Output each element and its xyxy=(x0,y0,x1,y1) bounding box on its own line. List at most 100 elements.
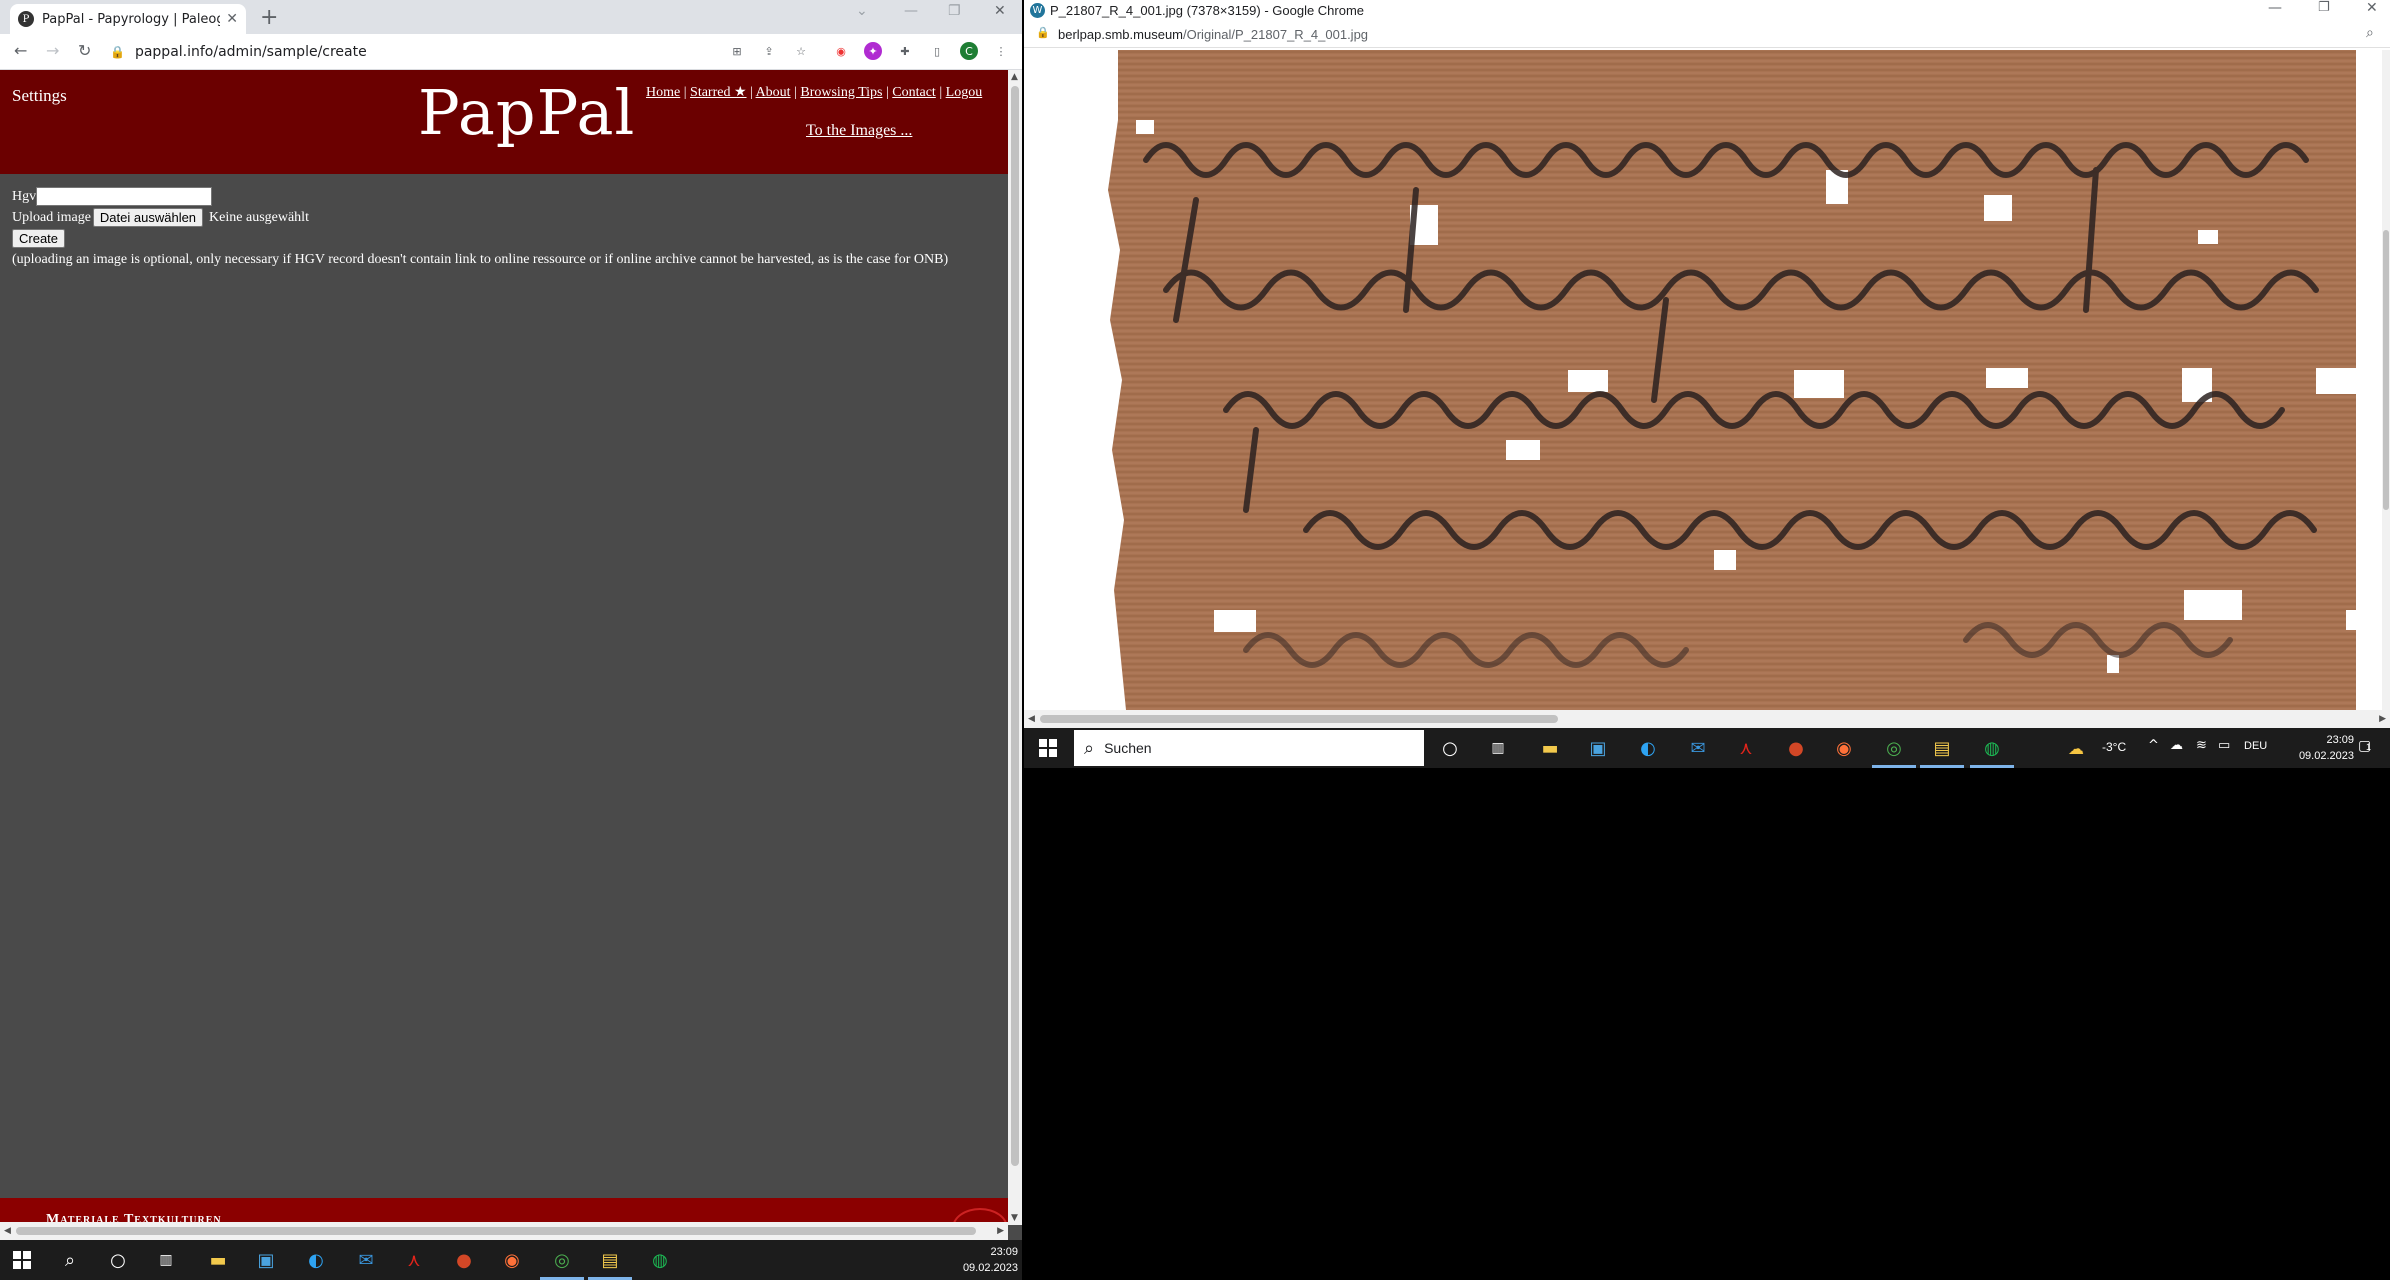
menu-kebab-icon[interactable]: ⋮ xyxy=(992,42,1010,60)
hgv-input[interactable] xyxy=(36,187,213,206)
restore-icon[interactable]: ❐ xyxy=(2318,0,2330,15)
network-icon[interactable]: ≋ xyxy=(2196,738,2207,753)
scroll-up-icon[interactable]: ▲ xyxy=(1011,72,1018,82)
vertical-scrollbar[interactable]: ▲ ▼ xyxy=(1008,70,1022,1225)
tray-chevron-icon[interactable]: ^ xyxy=(2148,738,2159,753)
task-view-icon[interactable]: ▥ xyxy=(154,1248,178,1272)
search-icon[interactable]: ⌕ xyxy=(58,1248,82,1272)
reload-icon[interactable]: ↻ xyxy=(78,41,91,60)
share-icon[interactable]: ⇪ xyxy=(760,42,778,60)
nav-starred[interactable]: Starred ★ xyxy=(690,85,746,100)
nav-browsing-tips[interactable]: Browsing Tips xyxy=(800,85,882,100)
acrobat-icon[interactable]: ⋏ xyxy=(402,1248,426,1272)
sticky-app-icon[interactable]: ▤ xyxy=(1930,736,1954,760)
open-app-indicator xyxy=(1970,765,2014,768)
extensions-puzzle-icon[interactable]: ✚ xyxy=(896,42,914,60)
file-explorer-icon[interactable]: ▬ xyxy=(1538,736,1562,760)
nav-contact[interactable]: Contact xyxy=(892,85,936,100)
mail-icon[interactable]: ✉ xyxy=(354,1248,378,1272)
nav-about[interactable]: About xyxy=(756,85,791,100)
choose-file-button[interactable]: Datei auswählen xyxy=(92,208,204,227)
title-bar: W P_21807_R_4_001.jpg (7378×3159) - Goog… xyxy=(1024,0,2390,22)
weather-icon[interactable]: ☁ xyxy=(2064,736,2088,760)
mail-icon[interactable]: ✉ xyxy=(1686,736,1710,760)
scrollbar-thumb[interactable] xyxy=(2383,230,2389,510)
search-placeholder: Suchen xyxy=(1104,740,1152,756)
input-language[interactable]: DEU xyxy=(2244,740,2267,752)
chrome-icon[interactable]: ◎ xyxy=(550,1248,574,1272)
image-viewer xyxy=(1024,50,2390,710)
acrobat-icon[interactable]: ⋏ xyxy=(1734,736,1758,760)
close-window-icon[interactable]: ✕ xyxy=(2366,0,2378,16)
chrome-icon[interactable]: ◎ xyxy=(1882,736,1906,760)
cortana-icon[interactable]: ○ xyxy=(1438,736,1462,760)
windows-start-icon[interactable] xyxy=(1036,736,1060,760)
zoom-icon[interactable]: ⌕ xyxy=(2366,25,2374,41)
scroll-left-icon[interactable]: ◀ xyxy=(1028,714,1035,724)
extension-red-icon[interactable]: ◉ xyxy=(832,42,850,60)
scroll-down-icon[interactable]: ▼ xyxy=(1011,1213,1018,1223)
tab-strip: P PapPal - Papyrology | Paleograph ✕ + ⌄… xyxy=(0,0,1022,34)
edge-icon[interactable]: ◐ xyxy=(304,1248,328,1272)
task-view-icon[interactable]: ▥ xyxy=(1486,736,1510,760)
to-images-link[interactable]: To the Images ... xyxy=(806,122,912,140)
clock-date: 09.02.2023 xyxy=(2298,750,2354,762)
vertical-scrollbar[interactable] xyxy=(2382,50,2390,710)
edge-icon[interactable]: ◐ xyxy=(1636,736,1660,760)
papyrus-image[interactable] xyxy=(1106,50,2356,710)
restore-icon[interactable]: ❐ xyxy=(948,3,961,19)
firefox-icon[interactable]: ◉ xyxy=(1832,736,1856,760)
bookmark-star-icon[interactable]: ☆ xyxy=(792,42,810,60)
minimize-icon[interactable]: — xyxy=(2268,0,2282,16)
nav-home[interactable]: Home xyxy=(646,85,680,100)
weather-temp[interactable]: -3°C xyxy=(2102,740,2126,754)
file-explorer-icon[interactable]: ▬ xyxy=(206,1248,230,1272)
profile-avatar[interactable]: C xyxy=(960,42,978,60)
taskbar-search-box[interactable]: ⌕ Suchen xyxy=(1074,730,1424,766)
store-icon[interactable]: ▣ xyxy=(254,1248,278,1272)
translate-icon[interactable]: ⊞ xyxy=(728,42,746,60)
main-nav: Home | Starred ★ | About | Browsing Tips… xyxy=(646,84,982,101)
horizontal-scrollbar[interactable]: ◀ ▶ xyxy=(0,1222,1008,1240)
tab-search-icon[interactable]: ⌄ xyxy=(856,3,868,19)
scroll-right-icon[interactable]: ▶ xyxy=(997,1226,1004,1236)
tab-pappal[interactable]: P PapPal - Papyrology | Paleograph ✕ xyxy=(10,4,246,34)
window-title: P_21807_R_4_001.jpg (7378×3159) - Google… xyxy=(1050,3,1365,18)
horizontal-scrollbar[interactable]: ◀ ▶ xyxy=(1024,710,2390,728)
nav-separator: | xyxy=(750,85,753,100)
back-icon[interactable]: ← xyxy=(14,41,27,60)
url-host: berlpap.smb.museum xyxy=(1058,27,1183,42)
spotify-icon[interactable]: ◍ xyxy=(648,1248,672,1272)
powerpoint-icon[interactable]: ● xyxy=(452,1248,476,1272)
sticky-app-icon[interactable]: ▤ xyxy=(598,1248,622,1272)
close-tab-icon[interactable]: ✕ xyxy=(226,11,238,27)
cortana-icon[interactable]: ○ xyxy=(106,1248,130,1272)
extension-purple-icon[interactable]: ✦ xyxy=(864,42,882,60)
close-window-icon[interactable]: ✕ xyxy=(994,3,1006,19)
system-clock[interactable]: 23:09 09.02.2023 xyxy=(2274,732,2354,764)
nav-logout[interactable]: Logou xyxy=(946,85,983,100)
clock-time: 23:09 xyxy=(990,1246,1018,1258)
powerpoint-icon[interactable]: ● xyxy=(1784,736,1808,760)
new-tab-icon[interactable]: + xyxy=(260,5,278,30)
scrollbar-thumb[interactable] xyxy=(1040,715,1558,723)
spotify-icon[interactable]: ◍ xyxy=(1980,736,2004,760)
scroll-left-icon[interactable]: ◀ xyxy=(4,1226,11,1236)
windows-start-icon[interactable] xyxy=(10,1248,34,1272)
scrollbar-thumb[interactable] xyxy=(16,1227,976,1235)
scrollbar-thumb[interactable] xyxy=(1011,86,1019,1166)
onedrive-icon[interactable]: ☁ xyxy=(2170,738,2183,753)
store-icon[interactable]: ▣ xyxy=(1586,736,1610,760)
minimize-icon[interactable]: — xyxy=(904,3,918,19)
system-clock[interactable]: 23:09 09.02.2023 xyxy=(938,1244,1018,1276)
battery-icon[interactable]: ▭ xyxy=(2218,738,2230,753)
address-bar[interactable]: berlpap.smb.museum/Original/P_21807_R_4_… xyxy=(1058,27,1368,42)
create-button[interactable]: Create xyxy=(12,229,66,248)
side-panel-icon[interactable]: ▯ xyxy=(928,42,946,60)
site-logo: PapPal xyxy=(418,76,636,149)
settings-link[interactable]: Settings xyxy=(12,86,67,106)
scroll-right-icon[interactable]: ▶ xyxy=(2379,714,2386,724)
address-bar[interactable]: 🔒 pappal.info/admin/sample/create xyxy=(110,39,730,65)
forward-icon[interactable]: → xyxy=(46,41,59,60)
firefox-icon[interactable]: ◉ xyxy=(500,1248,524,1272)
